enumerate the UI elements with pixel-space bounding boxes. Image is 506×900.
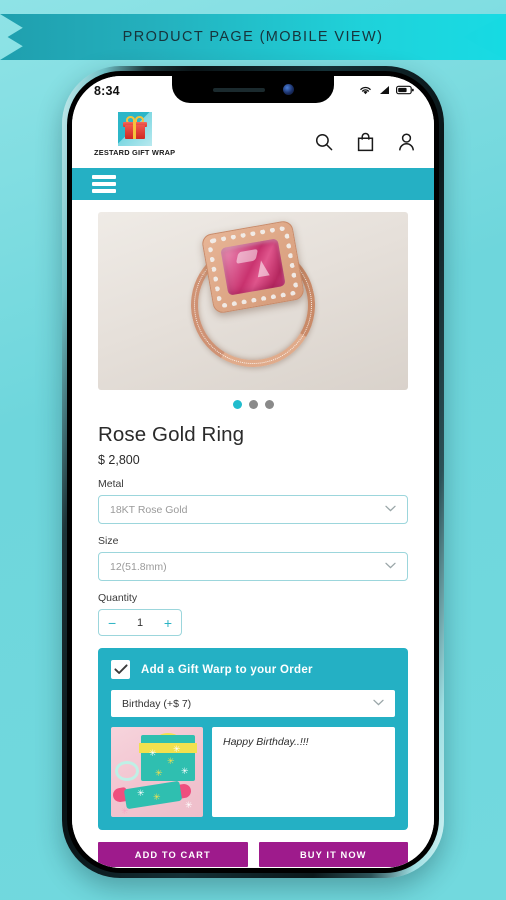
gift-wrap-title: Add a Gift Warp to your Order [141,663,313,676]
buy-it-now-button[interactable]: BUY IT NOW [258,842,408,867]
product-gallery [72,212,434,409]
earpiece-speaker-icon [212,87,265,92]
gift-wrap-body: ✳ ✳ ✳ ✳ ✳ ✳ ✳ ✳ ✳ Happy Birthday..!!! [111,727,395,817]
quantity-increase-button[interactable]: + [164,616,172,630]
banner-title: PRODUCT PAGE (MOBILE VIEW) [122,29,384,45]
nav-bar [72,168,434,200]
phone-screen: 8:34 ZESTARD GIFT WRAP Rose Gold Ring $ … [72,76,434,868]
status-clock: 8:34 [94,84,120,98]
check-icon [113,664,128,674]
add-to-cart-button[interactable]: ADD TO CART [98,842,248,867]
gift-wrap-option-select[interactable]: Birthday (+$ 7) [111,690,395,717]
product-image[interactable] [98,212,408,390]
carousel-dots [98,400,408,409]
phone-notch [172,76,334,103]
front-camera-icon [282,84,294,95]
ring-gemstone-shape [220,238,286,296]
page-content: Rose Gold Ring $ 2,800 Metal 18KT Rose G… [72,200,434,868]
wifi-icon [359,82,372,100]
gift-wrap-checkbox[interactable] [111,660,130,679]
gift-wrap-panel: Add a Gift Warp to your Order Birthday (… [98,648,408,830]
header-icon-group [314,132,416,152]
metal-label: Metal [98,478,124,490]
quantity-stepper[interactable]: − 1 + [98,609,182,636]
product-info: Rose Gold Ring $ 2,800 Metal 18KT Rose G… [72,409,434,636]
hamburger-menu-icon[interactable] [92,175,116,193]
ring-halo-shape [200,219,306,315]
phone-mockup: 8:34 ZESTARD GIFT WRAP Rose Gold Ring $ … [62,66,444,878]
carousel-dot-3[interactable] [264,400,274,409]
gift-wrap-option-value: Birthday (+$ 7) [122,697,192,710]
metal-select[interactable]: 18KT Rose Gold [98,495,408,524]
metal-select-value: 18KT Rose Gold [110,503,188,516]
carousel-dot-1[interactable] [232,400,242,409]
quantity-value: 1 [136,616,144,629]
gift-wrap-header: Add a Gift Warp to your Order [111,660,395,679]
battery-icon [396,82,414,100]
cta-button-group: ADD TO CART BUY IT NOW [72,830,434,867]
signal-icon [378,82,390,100]
gift-wrap-preview-image[interactable]: ✳ ✳ ✳ ✳ ✳ ✳ ✳ ✳ ✳ [111,727,203,817]
phone-bezel: 8:34 ZESTARD GIFT WRAP Rose Gold Ring $ … [67,71,439,873]
shopping-bag-icon[interactable] [356,132,375,152]
status-bar: 8:34 [72,76,434,106]
size-label: Size [98,535,119,547]
carousel-dot-2[interactable] [248,400,258,409]
app-header: ZESTARD GIFT WRAP [72,106,434,168]
brand-name: ZESTARD GIFT WRAP [94,148,176,157]
product-price: $ 2,800 [98,453,140,467]
chevron-down-icon [385,505,396,515]
quantity-decrease-button[interactable]: − [108,616,116,630]
gift-message-textarea[interactable]: Happy Birthday..!!! [212,727,395,817]
chevron-down-icon [373,699,384,709]
status-icons [359,82,414,100]
product-title: Rose Gold Ring [98,423,245,446]
quantity-label: Quantity [98,592,138,604]
page-banner: PRODUCT PAGE (MOBILE VIEW) [0,14,506,60]
account-icon[interactable] [397,132,416,152]
brand-logo[interactable]: ZESTARD GIFT WRAP [94,112,175,157]
gift-box-logo-icon [117,112,152,146]
search-icon[interactable] [314,132,334,152]
size-select-value: 12(51.8mm) [110,560,167,573]
size-select[interactable]: 12(51.8mm) [98,552,408,581]
chevron-down-icon [385,562,396,572]
